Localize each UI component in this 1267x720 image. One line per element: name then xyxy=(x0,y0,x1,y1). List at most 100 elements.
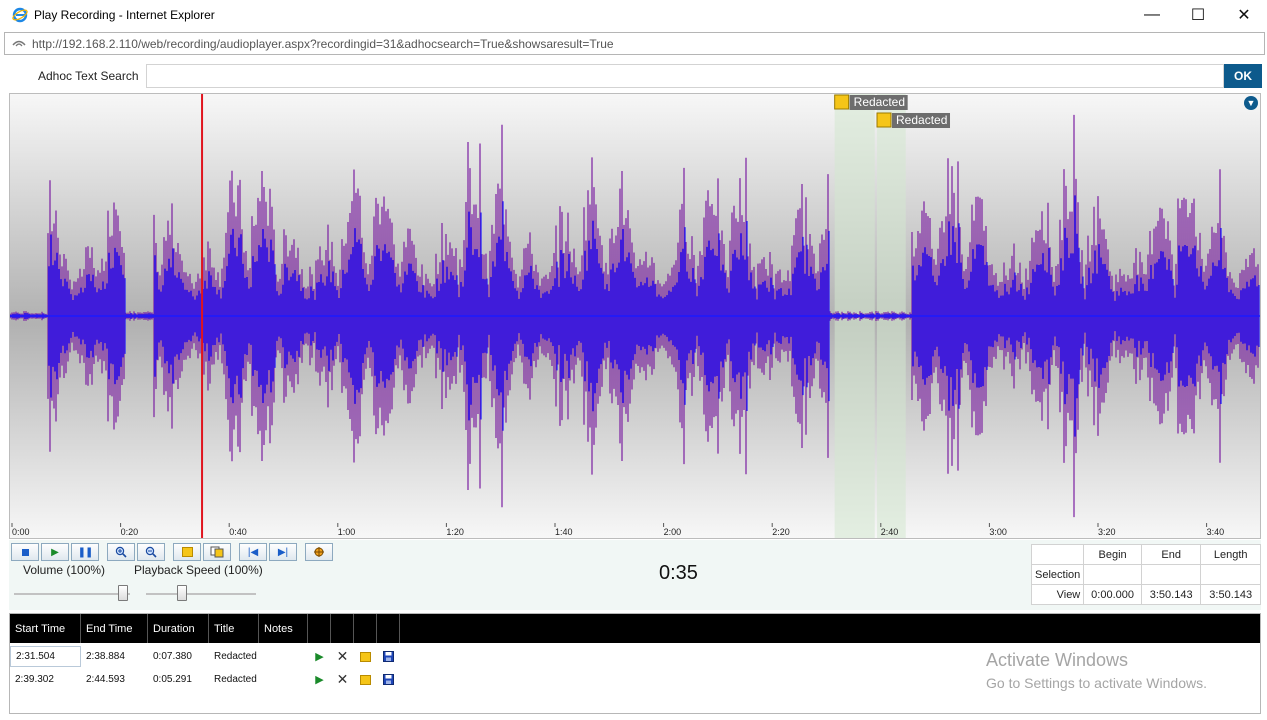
close-button[interactable]: ✕ xyxy=(1221,0,1267,30)
window-title: Play Recording - Internet Explorer xyxy=(34,8,215,22)
play-icon: ▶ xyxy=(315,651,324,663)
row-delete-button[interactable]: ✕ xyxy=(331,668,354,691)
adhoc-search-input[interactable] xyxy=(146,64,1224,88)
row-start-time[interactable]: 2:31.504 xyxy=(10,646,81,667)
note-icon xyxy=(876,112,892,128)
time-tick-label: 3:20 xyxy=(1098,527,1116,537)
speed-label: Playback Speed (100%) xyxy=(134,563,263,577)
column-note xyxy=(354,614,377,643)
column-notes[interactable]: Notes xyxy=(259,614,308,643)
skip-forward-icon: ▶| xyxy=(277,546,289,558)
address-url: http://192.168.2.110/web/recording/audio… xyxy=(32,36,614,51)
selection-table: Begin End Length Selection View 0:00.000… xyxy=(1030,544,1261,605)
delete-icon: ✕ xyxy=(336,648,349,664)
segments-header: Start Time End Time Duration Title Notes xyxy=(10,614,1260,643)
time-tick-label: 0:40 xyxy=(229,527,247,537)
watermark-line-1: Activate Windows xyxy=(986,650,1129,670)
address-bar[interactable]: http://192.168.2.110/web/recording/audio… xyxy=(4,32,1265,55)
zoom-in-icon xyxy=(115,546,127,558)
view-begin-value: 0:00.000 xyxy=(1083,584,1142,605)
speed-slider[interactable] xyxy=(146,593,256,595)
page-icon xyxy=(12,40,26,46)
waveform-canvas[interactable]: Redacted Redacted 0:00 0:20 0:40 1:00 1:20 1:40… xyxy=(10,94,1260,538)
column-delete xyxy=(331,614,354,643)
column-duration[interactable]: Duration xyxy=(148,614,209,643)
speed-slider-thumb[interactable] xyxy=(177,585,187,601)
volume-slider[interactable] xyxy=(14,593,130,595)
ok-button[interactable]: OK xyxy=(1224,64,1262,88)
zoom-in-button[interactable] xyxy=(107,543,135,561)
row-save-button[interactable] xyxy=(377,668,400,691)
zoom-out-button[interactable] xyxy=(137,543,165,561)
redacted-marker-label: Redacted xyxy=(896,113,947,127)
play-button[interactable]: ▶ xyxy=(41,543,69,561)
skip-back-icon: |◀ xyxy=(247,546,259,558)
row-end-time: 2:44.593 xyxy=(86,674,125,685)
row-delete-button[interactable]: ✕ xyxy=(331,645,354,668)
volume-label: Volume (100%) xyxy=(23,563,106,577)
selection-end-value xyxy=(1140,564,1202,585)
adhoc-search-row: Adhoc Text Search OK xyxy=(0,62,1267,90)
minimize-button[interactable]: — xyxy=(1129,0,1175,30)
internet-explorer-icon xyxy=(12,7,28,23)
export-button[interactable] xyxy=(305,543,333,561)
note-icon xyxy=(181,547,193,557)
maximize-button[interactable]: ☐ xyxy=(1175,0,1221,30)
length-header: Length xyxy=(1200,544,1261,565)
column-title[interactable]: Title xyxy=(209,614,259,643)
adhoc-search-label: Adhoc Text Search xyxy=(38,69,139,83)
time-tick-label: 2:00 xyxy=(664,527,682,537)
begin-header: Begin xyxy=(1083,544,1142,565)
row-play-button[interactable]: ▶ xyxy=(308,668,331,691)
row-note-button[interactable] xyxy=(354,668,377,691)
column-save xyxy=(377,614,400,643)
watermark-line-2: Go to Settings to activate Windows. xyxy=(986,675,1207,691)
time-tick-label: 3:40 xyxy=(1207,527,1225,537)
volume-slider-thumb[interactable] xyxy=(118,585,128,601)
add-note-button[interactable] xyxy=(173,543,201,561)
copy-icon xyxy=(210,546,224,558)
waveform-panel[interactable]: Redacted Redacted 0:00 0:20 0:40 1:00 1:20 1:40… xyxy=(9,93,1261,539)
player-toolbar: ▶ ❚❚ |◀ ▶| xyxy=(11,543,335,561)
column-end-time[interactable]: End Time xyxy=(81,614,148,643)
save-icon xyxy=(383,651,394,662)
zoom-out-icon xyxy=(145,546,157,558)
time-tick-label: 0:20 xyxy=(121,527,139,537)
pause-icon: ❚❚ xyxy=(77,546,94,558)
table-row[interactable]: 2:39.302 2:44.593 0:05.291 Redacted ▶ ✕ xyxy=(10,668,410,691)
row-start-time[interactable]: 2:39.302 xyxy=(10,674,81,685)
row-note-button[interactable] xyxy=(354,645,377,668)
row-save-button[interactable] xyxy=(377,645,400,668)
activate-windows-watermark: Activate Windows Go to Settings to activ… xyxy=(986,650,1207,691)
end-header: End xyxy=(1140,544,1202,565)
note-icon xyxy=(834,94,850,110)
row-play-button[interactable]: ▶ xyxy=(308,645,331,668)
selection-row-label: Selection xyxy=(1030,564,1085,585)
row-end-time: 2:38.884 xyxy=(86,651,125,662)
time-tick-label: 2:40 xyxy=(881,527,899,537)
row-title: Redacted xyxy=(214,674,257,685)
table-row[interactable]: 2:31.504 2:38.884 0:07.380 Redacted ▶ ✕ xyxy=(10,645,410,668)
note-icon xyxy=(360,651,371,662)
view-length-value: 3:50.143 xyxy=(1200,584,1261,605)
column-start-time[interactable]: Start Time xyxy=(10,614,81,643)
row-title: Redacted xyxy=(214,651,257,662)
view-end-value: 3:50.143 xyxy=(1140,584,1202,605)
row-duration: 0:07.380 xyxy=(153,651,192,662)
stop-button[interactable] xyxy=(11,543,39,561)
play-icon: ▶ xyxy=(51,546,59,558)
collapse-icon[interactable]: ▼ xyxy=(1244,96,1258,110)
delete-icon: ✕ xyxy=(336,671,349,687)
pause-button[interactable]: ❚❚ xyxy=(71,543,99,561)
player-controls: ▶ ❚❚ |◀ ▶| Volume (100%) Playback Speed … xyxy=(9,540,1261,610)
stop-icon xyxy=(21,548,29,556)
view-row-label: View xyxy=(1030,584,1085,605)
time-tick-label: 2:20 xyxy=(772,527,790,537)
skip-forward-button[interactable]: ▶| xyxy=(269,543,297,561)
time-tick-label: 3:00 xyxy=(989,527,1007,537)
time-tick-label: 1:20 xyxy=(446,527,464,537)
save-icon xyxy=(383,674,394,685)
copy-segment-button[interactable] xyxy=(203,543,231,561)
skip-back-button[interactable]: |◀ xyxy=(239,543,267,561)
play-icon: ▶ xyxy=(315,674,324,686)
